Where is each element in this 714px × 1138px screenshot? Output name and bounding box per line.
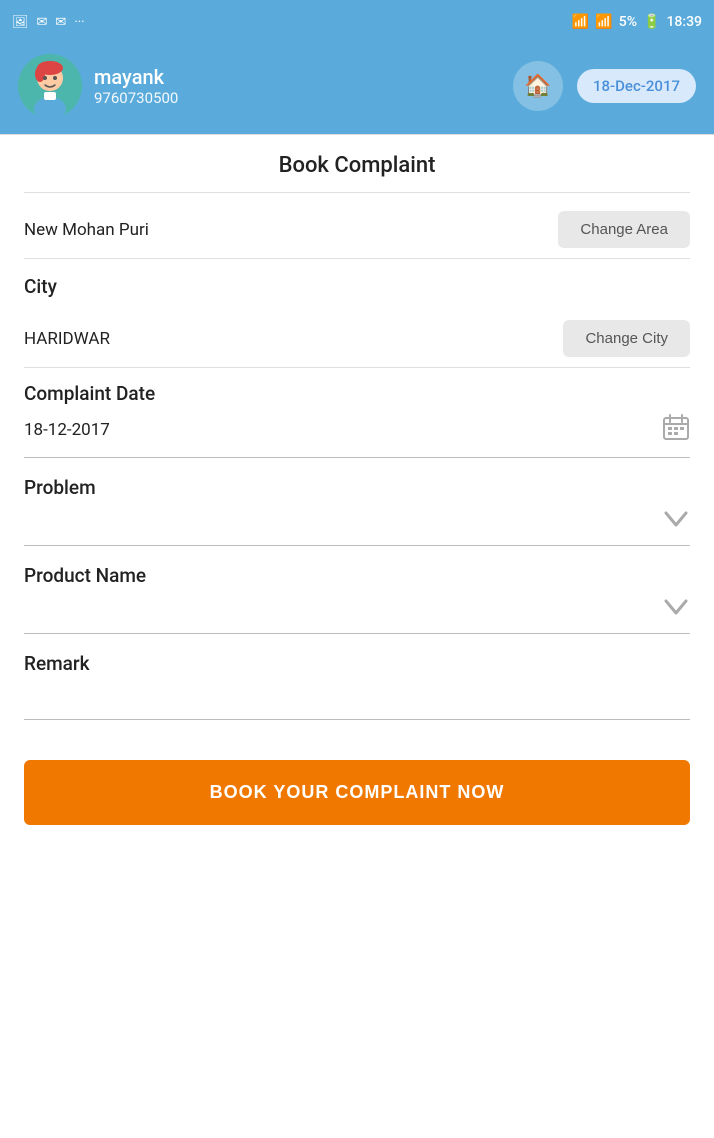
page-title: Book Complaint	[24, 135, 690, 193]
user-info: mayank 9760730500	[18, 54, 178, 118]
problem-dropdown-row[interactable]	[24, 509, 690, 546]
avatar	[18, 54, 82, 118]
problem-section: Problem	[24, 458, 690, 546]
more-icon: ···	[74, 15, 84, 30]
product-chevron-icon	[662, 597, 690, 623]
main-content: Book Complaint New Mohan Puri Change Are…	[0, 135, 714, 849]
change-city-button[interactable]: Change City	[563, 320, 690, 357]
image-icon: 🖼	[12, 15, 29, 30]
header-date-badge: 18-Dec-2017	[577, 69, 696, 103]
status-icons: 🖼 ✉ ✉ ···	[12, 15, 85, 30]
remark-section: Remark	[24, 634, 690, 720]
area-row: New Mohan Puri Change Area	[24, 193, 690, 259]
problem-chevron-icon	[662, 509, 690, 535]
city-row: HARIDWAR Change City	[24, 302, 690, 368]
avatar-svg	[18, 54, 82, 118]
product-name-section: Product Name	[24, 546, 690, 634]
remark-label: Remark	[24, 652, 690, 675]
area-value: New Mohan Puri	[24, 220, 149, 240]
header-right: 🏠 18-Dec-2017	[513, 61, 696, 111]
user-phone: 9760730500	[94, 89, 178, 107]
complaint-date-label: Complaint Date	[24, 382, 690, 405]
home-icon: 🏠	[524, 73, 551, 99]
date-value: 18-12-2017	[24, 420, 110, 440]
clock: 18:39	[666, 14, 702, 30]
change-area-button[interactable]: Change Area	[558, 211, 690, 248]
book-complaint-button[interactable]: BOOK YOUR COMPLAINT NOW	[24, 760, 690, 825]
remark-input[interactable]	[24, 685, 690, 720]
battery-icon: 🔋	[643, 14, 660, 30]
status-bar: 🖼 ✉ ✉ ··· 📶 📶 5% 🔋 18:39	[0, 0, 714, 44]
problem-label: Problem	[24, 476, 690, 499]
user-details: mayank 9760730500	[94, 65, 178, 107]
wifi-icon: 📶	[572, 14, 589, 30]
city-label: City	[24, 259, 690, 302]
date-row: 18-12-2017	[24, 413, 690, 458]
battery-percent: 5%	[619, 14, 637, 30]
city-value: HARIDWAR	[24, 329, 110, 349]
product-dropdown-row[interactable]	[24, 597, 690, 634]
calendar-icon[interactable]	[662, 413, 690, 447]
product-name-label: Product Name	[24, 564, 690, 587]
email-icon-2: ✉	[55, 15, 66, 30]
signal-icon: 📶	[595, 14, 612, 30]
status-right-info: 📶 📶 5% 🔋 18:39	[572, 14, 702, 30]
email-icon-1: ✉	[37, 15, 48, 30]
header: mayank 9760730500 🏠 18-Dec-2017	[0, 44, 714, 135]
complaint-date-section: Complaint Date 18-12-2017	[24, 368, 690, 458]
home-button[interactable]: 🏠	[513, 61, 563, 111]
user-name: mayank	[94, 65, 178, 89]
